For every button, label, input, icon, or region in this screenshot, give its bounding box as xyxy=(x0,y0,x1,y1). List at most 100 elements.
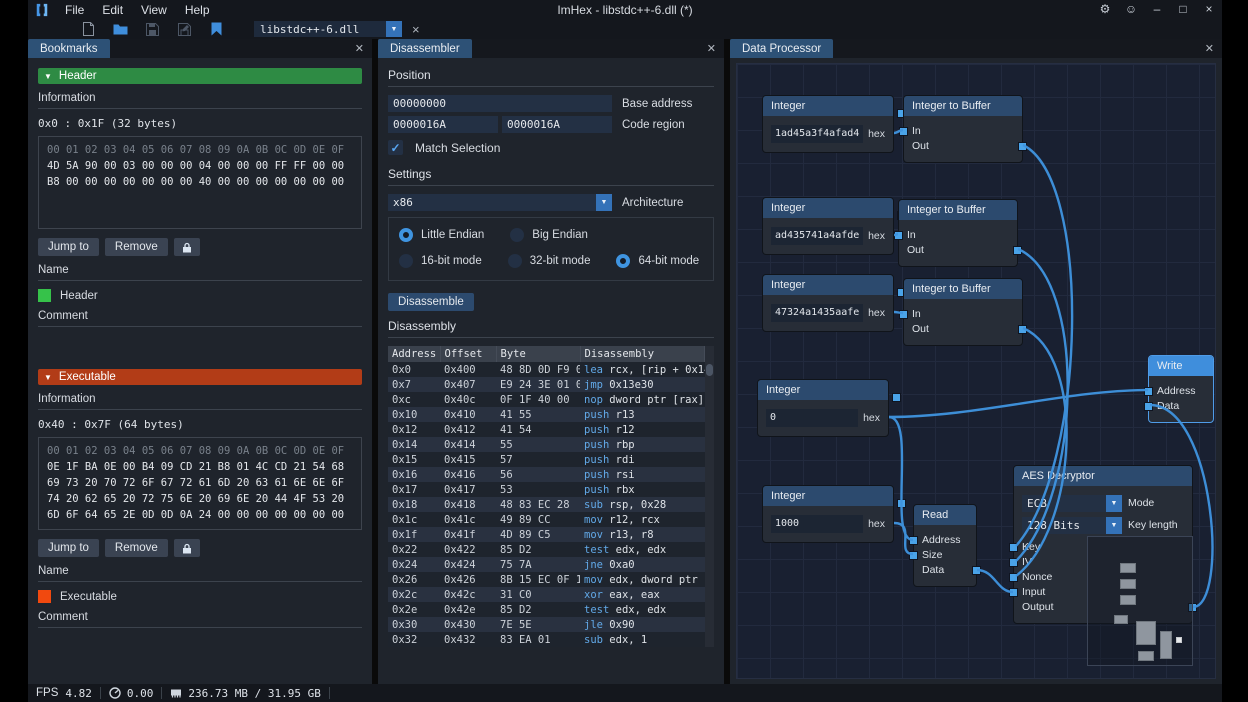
bookmark-collapse-header[interactable]: ▼ Header xyxy=(38,68,362,84)
output-pin[interactable] xyxy=(898,500,905,507)
radio-64bit-mode[interactable]: 64-bit mode xyxy=(616,254,699,268)
input-pin[interactable] xyxy=(1010,544,1017,551)
node-integer-1[interactable]: Integer 1ad45a3f4afad4 hex xyxy=(762,95,894,153)
col-header-offset[interactable]: Offset xyxy=(440,346,496,362)
node-editor-minimap[interactable] xyxy=(1087,536,1193,666)
remove-button[interactable]: Remove xyxy=(105,238,168,256)
jump-to-button[interactable]: Jump to xyxy=(38,539,99,557)
disassembly-row[interactable]: 0x1f 0x41f 4D 89 C5 mov r13, r8 xyxy=(388,527,705,542)
input-pin[interactable] xyxy=(900,311,907,318)
node-integer-to-buffer-2[interactable]: Integer to Buffer In Out xyxy=(898,199,1018,267)
new-file-icon[interactable] xyxy=(80,21,96,37)
disassemble-button[interactable]: Disassemble xyxy=(388,293,474,311)
integer-value-input[interactable]: 47324a1435aafe xyxy=(771,304,863,322)
tab-disassembler[interactable]: Disassembler xyxy=(378,39,472,58)
output-pin[interactable] xyxy=(1019,143,1026,150)
input-pin[interactable] xyxy=(910,552,917,559)
radio-little-endian[interactable]: Little Endian xyxy=(399,228,484,242)
node-read[interactable]: Read Address Size Data xyxy=(913,504,977,587)
input-pin[interactable] xyxy=(895,232,902,239)
output-pin[interactable] xyxy=(973,567,980,574)
integer-value-input[interactable]: 1000 xyxy=(771,515,863,533)
aes-keylength-select[interactable]: 128 Bits ▼ xyxy=(1022,517,1122,534)
maximize-button[interactable]: □ xyxy=(1170,0,1196,19)
node-write[interactable]: Write Address Data xyxy=(1148,355,1214,423)
menu-file[interactable]: File xyxy=(56,3,93,17)
disassembly-row[interactable]: 0xc 0x40c 0F 1F 40 00 nop dword ptr [rax… xyxy=(388,392,705,407)
disassembly-row[interactable]: 0x30 0x430 7E 5E jle 0x90 xyxy=(388,617,705,632)
disassembly-row[interactable]: 0x17 0x417 53 push rbx xyxy=(388,482,705,497)
open-file-icon[interactable] xyxy=(112,21,128,37)
disassembly-row[interactable]: 0x7 0x407 E9 24 3E 01 0 jmp 0x13e30 xyxy=(388,377,705,392)
node-integer-to-buffer-1[interactable]: Integer to Buffer In Out xyxy=(903,95,1023,163)
disassembly-row[interactable]: 0x2c 0x42c 31 C0 xor eax, eax xyxy=(388,587,705,602)
scrollbar-thumb[interactable] xyxy=(706,364,713,376)
scrollbar[interactable] xyxy=(705,346,714,647)
node-integer-5[interactable]: Integer 1000 hex xyxy=(762,485,894,543)
output-pin[interactable] xyxy=(1014,247,1021,254)
lock-button[interactable] xyxy=(174,539,200,557)
disassembly-row[interactable]: 0x22 0x422 85 D2 test edx, edx xyxy=(388,542,705,557)
node-canvas[interactable]: Integer 1ad45a3f4afad4 hex Integer ad435… xyxy=(736,63,1216,679)
disassembly-row[interactable]: 0x15 0x415 57 push rdi xyxy=(388,452,705,467)
disassembly-row[interactable]: 0x0 0x400 48 8D 0D F9 0 lea rcx, [rip + … xyxy=(388,362,705,377)
node-integer-4[interactable]: Integer 0 hex xyxy=(757,379,889,437)
settings-gear-icon[interactable]: ⚙ xyxy=(1092,0,1118,19)
menu-view[interactable]: View xyxy=(132,3,176,17)
bookmark-color-swatch[interactable] xyxy=(38,590,51,603)
code-region-start-input[interactable]: 0000016A xyxy=(388,116,498,133)
col-header-disassembly[interactable]: Disassembly xyxy=(580,346,705,362)
aes-mode-select[interactable]: ECB ▼ xyxy=(1022,495,1122,512)
input-pin[interactable] xyxy=(1145,403,1152,410)
minimize-button[interactable]: – xyxy=(1144,0,1170,19)
disassembly-row[interactable]: 0x2e 0x42e 85 D2 test edx, edx xyxy=(388,602,705,617)
close-icon[interactable]: ✕ xyxy=(1197,42,1222,55)
integer-value-input[interactable]: 0 xyxy=(766,409,858,427)
close-icon[interactable]: ✕ xyxy=(347,42,372,55)
disassembly-row[interactable]: 0x1c 0x41c 49 89 CC mov r12, rcx xyxy=(388,512,705,527)
col-header-byte[interactable]: Byte xyxy=(496,346,580,362)
close-provider-icon[interactable]: × xyxy=(412,22,420,37)
menu-help[interactable]: Help xyxy=(176,3,219,17)
output-pin[interactable] xyxy=(893,394,900,401)
input-pin[interactable] xyxy=(1145,388,1152,395)
disassembly-row[interactable]: 0x12 0x412 41 54 push r12 xyxy=(388,422,705,437)
input-pin[interactable] xyxy=(1010,559,1017,566)
lock-button[interactable] xyxy=(174,238,200,256)
radio-16bit-mode[interactable]: 16-bit mode xyxy=(399,254,482,268)
input-pin[interactable] xyxy=(1010,574,1017,581)
input-pin[interactable] xyxy=(910,537,917,544)
disassembly-row[interactable]: 0x18 0x418 48 83 EC 28 sub rsp, 0x28 xyxy=(388,497,705,512)
col-header-address[interactable]: Address xyxy=(388,346,440,362)
save-as-icon[interactable] xyxy=(176,21,192,37)
match-selection-checkbox[interactable]: ✓ Match Selection xyxy=(388,140,714,155)
integer-value-input[interactable]: 1ad45a3f4afad4 xyxy=(771,125,863,143)
save-icon[interactable] xyxy=(144,21,160,37)
disassembly-row[interactable]: 0x10 0x410 41 55 push r13 xyxy=(388,407,705,422)
radio-big-endian[interactable]: Big Endian xyxy=(510,228,588,242)
disassembly-row[interactable]: 0x24 0x424 75 7A jne 0xa0 xyxy=(388,557,705,572)
file-selector-dropdown[interactable]: libstdc++-6.dll ▼ xyxy=(254,21,402,37)
bookmark-collapse-header[interactable]: ▼ Executable xyxy=(38,369,362,385)
code-region-end-input[interactable]: 0000016A xyxy=(502,116,612,133)
integer-value-input[interactable]: ad435741a4afde xyxy=(771,227,863,245)
architecture-select[interactable]: x86 ▼ xyxy=(388,194,612,211)
disassembly-row[interactable]: 0x16 0x416 56 push rsi xyxy=(388,467,705,482)
node-integer-2[interactable]: Integer ad435741a4afde hex xyxy=(762,197,894,255)
disassembly-row[interactable]: 0x14 0x414 55 push rbp xyxy=(388,437,705,452)
tab-data-processor[interactable]: Data Processor xyxy=(730,39,833,58)
feedback-smiley-icon[interactable]: ☺ xyxy=(1118,0,1144,19)
base-address-input[interactable]: 00000000 xyxy=(388,95,612,112)
disassembly-row[interactable]: 0x26 0x426 8B 15 EC 0F 1 mov edx, dword … xyxy=(388,572,705,587)
radio-32bit-mode[interactable]: 32-bit mode xyxy=(508,254,591,268)
bookmark-color-swatch[interactable] xyxy=(38,289,51,302)
menu-edit[interactable]: Edit xyxy=(93,3,132,17)
node-integer-to-buffer-3[interactable]: Integer to Buffer In Out xyxy=(903,278,1023,346)
remove-button[interactable]: Remove xyxy=(105,539,168,557)
tab-bookmarks[interactable]: Bookmarks xyxy=(28,39,110,58)
input-pin[interactable] xyxy=(900,128,907,135)
close-window-button[interactable]: × xyxy=(1196,0,1222,19)
node-integer-3[interactable]: Integer 47324a1435aafe hex xyxy=(762,274,894,332)
bookmark-icon[interactable] xyxy=(208,21,224,37)
disassembly-row[interactable]: 0x32 0x432 83 EA 01 sub edx, 1 xyxy=(388,632,705,647)
